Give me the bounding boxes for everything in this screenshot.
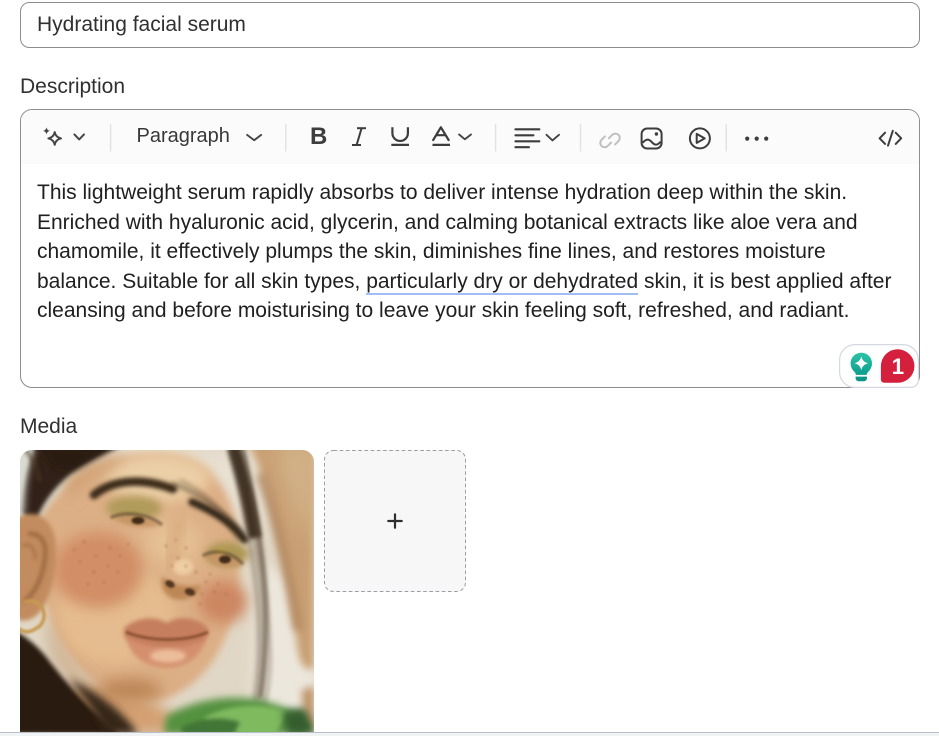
svg-text:Paragraph: Paragraph bbox=[137, 125, 230, 147]
svg-text:1: 1 bbox=[892, 354, 905, 379]
svg-text:B: B bbox=[310, 123, 327, 150]
